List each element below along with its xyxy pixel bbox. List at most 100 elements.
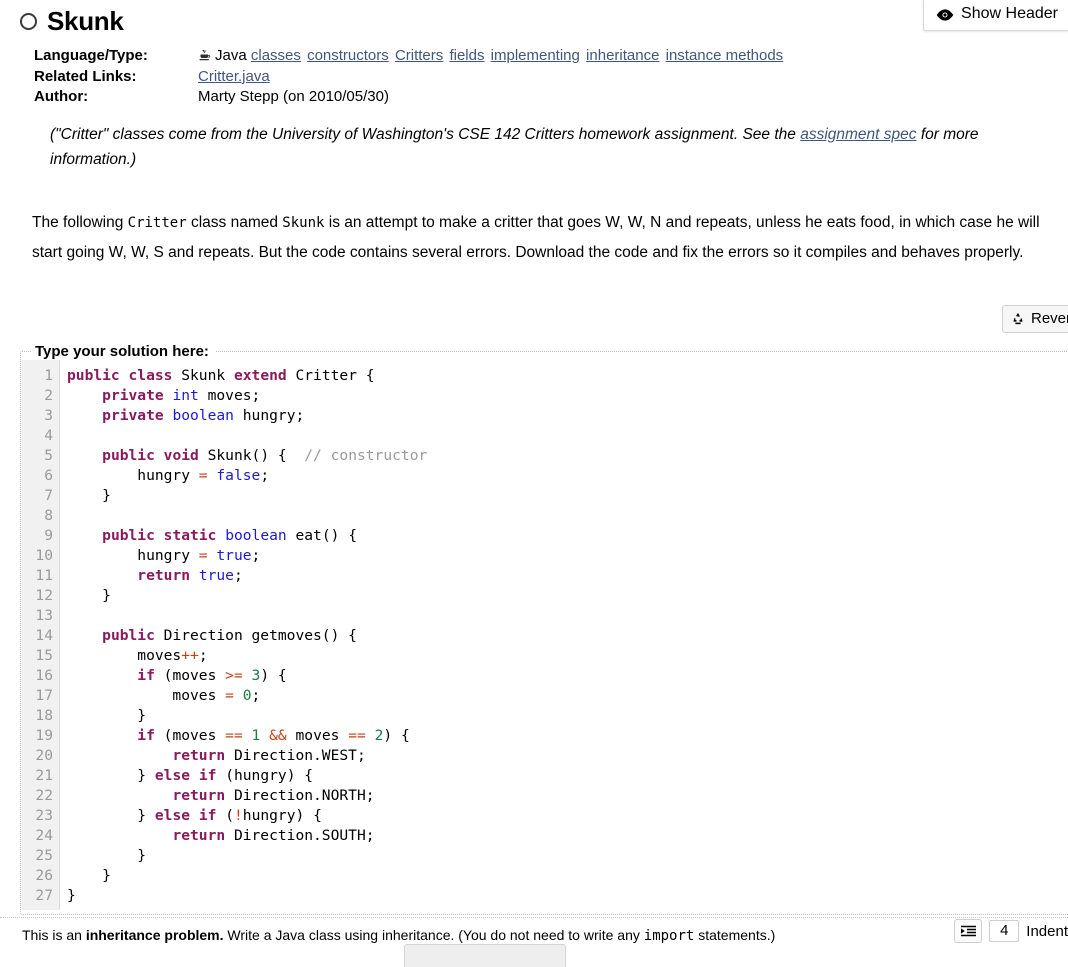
- code-line: private int moves;: [102, 387, 261, 404]
- indent-controls: Indent: [954, 919, 1068, 943]
- show-header-button[interactable]: Show Header: [923, 0, 1068, 31]
- footer-seg-3: statements.): [694, 927, 776, 943]
- code-line: return Direction.WEST;: [172, 747, 366, 764]
- code-line: hungry = true;: [67, 547, 261, 564]
- page-title: Skunk: [47, 6, 124, 36]
- note-text-before: ("Critter" classes come from the Univers…: [50, 125, 801, 143]
- topic-tag-0[interactable]: classes: [251, 47, 301, 64]
- line-number: 5: [44, 447, 53, 464]
- desc-code-skunk: Skunk: [282, 214, 325, 231]
- line-number: 15: [35, 647, 53, 664]
- problem-description: The following Critter class named Skunk …: [32, 208, 1052, 268]
- desc-code-critter: Critter: [127, 214, 187, 231]
- metadata-table: Language/Type: Java classes constructors…: [34, 46, 785, 108]
- code-line: } else if (!hungry) {: [67, 807, 322, 824]
- code-line: } else if (hungry) {: [67, 767, 314, 784]
- code-line: public void Skunk() { // constructor: [102, 447, 428, 464]
- title-row: Skunk: [20, 8, 1068, 34]
- footer-hint: This is an inheritance problem. Write a …: [22, 926, 1068, 945]
- topic-tag-list: classes constructors Critters fields imp…: [251, 47, 785, 64]
- topic-tag-2[interactable]: Critters: [395, 47, 443, 64]
- topic-tag-4[interactable]: implementing: [491, 47, 580, 64]
- page-header: Skunk Language/Type: Java classes constr…: [0, 0, 1068, 108]
- code-line: hungry = false;: [67, 467, 270, 484]
- line-number-gutter: 1 2 3 4 5 6 7 8 9 10 11 12 13 14 15 16 17 18 19 20 21 22 23 24 2…: [21, 360, 60, 910]
- code-line: private boolean hungry;: [102, 407, 305, 424]
- submit-button[interactable]: [404, 944, 566, 967]
- code-line: return Direction.NORTH;: [172, 787, 375, 804]
- line-number: 12: [35, 587, 53, 604]
- line-number: 23: [35, 807, 53, 824]
- recycle-icon: [1011, 312, 1025, 326]
- code-line: }: [67, 487, 111, 504]
- footer-seg-1: This is an: [22, 927, 86, 943]
- line-number: 4: [44, 427, 53, 444]
- line-number: 7: [44, 487, 53, 504]
- line-number: 9: [44, 527, 53, 544]
- topic-tag-1[interactable]: constructors: [307, 47, 389, 64]
- footer-bar: This is an inheritance problem. Write a …: [0, 917, 1068, 967]
- code-line: }: [67, 587, 111, 604]
- java-cup-icon: [198, 48, 211, 62]
- solution-editor-fieldset: Type your solution here: 1 2 3 4 5 6 7 8 9 10 11 12…: [20, 343, 1068, 915]
- line-number: 13: [35, 607, 53, 624]
- code-line: moves = 0;: [67, 687, 261, 704]
- code-editor[interactable]: 1 2 3 4 5 6 7 8 9 10 11 12 13 14 15 16 17 18 19 20 21 22 23 24 2…: [21, 360, 1068, 914]
- line-number: 20: [35, 747, 53, 764]
- line-number: 19: [35, 727, 53, 744]
- line-number: 25: [35, 847, 53, 864]
- indent-label: Indent: [1026, 922, 1068, 940]
- table-row: Author: Marty Stepp (on 2010/05/30): [34, 87, 785, 108]
- revert-label: Revert: [1031, 310, 1068, 327]
- code-line: public Direction getmoves() {: [102, 627, 357, 644]
- code-line: }: [67, 867, 111, 884]
- line-number: 2: [44, 387, 53, 404]
- eye-icon: [936, 8, 954, 21]
- editor-legend: Type your solution here:: [35, 343, 209, 360]
- code-line: if (moves == 1 && moves == 2) {: [137, 727, 410, 744]
- link-assignment-spec[interactable]: assignment spec: [800, 126, 916, 143]
- line-number: 21: [35, 767, 53, 784]
- line-number: 3: [44, 407, 53, 424]
- code-line: moves++;: [67, 647, 208, 664]
- empty-circle-icon: [20, 12, 37, 30]
- footer-bold: inheritance problem.: [85, 927, 224, 943]
- code-line: }: [67, 847, 147, 864]
- footer-seg-2: Write a Java class using inheritance. (Y…: [223, 927, 644, 943]
- related-links-label: Related Links:: [34, 67, 137, 85]
- author-label: Author:: [34, 88, 89, 105]
- line-number: 10: [35, 547, 53, 564]
- line-number: 16: [35, 667, 53, 684]
- line-number: 8: [44, 507, 53, 524]
- code-line: return Direction.SOUTH;: [172, 827, 375, 844]
- language-type-value: Java classes constructors Critters field…: [198, 46, 785, 67]
- code-line: if (moves >= 3) {: [137, 667, 287, 684]
- code-text-area[interactable]: public class Skunk extend Critter { priv…: [60, 360, 1068, 910]
- topic-tag-5[interactable]: inheritance: [586, 47, 659, 64]
- line-number: 6: [44, 467, 53, 484]
- author-value: Marty Stepp (on 2010/05/30): [198, 88, 389, 105]
- revert-button[interactable]: Revert: [1002, 305, 1068, 333]
- line-number: 24: [35, 827, 53, 844]
- code-line: public class Skunk extend Critter {: [67, 367, 375, 384]
- line-number: 11: [35, 567, 53, 584]
- code-line: }: [67, 887, 76, 904]
- desc-seg-1: The following: [32, 213, 128, 231]
- topic-tag-3[interactable]: fields: [449, 47, 484, 64]
- related-links-value: Critter.java: [198, 67, 785, 88]
- code-line: }: [67, 707, 147, 724]
- indent-size-input[interactable]: [989, 920, 1020, 942]
- table-row: Language/Type: Java classes constructors…: [34, 46, 785, 67]
- code-line: return true;: [137, 567, 243, 584]
- line-number: 17: [35, 687, 53, 704]
- line-number: 27: [35, 887, 53, 904]
- topic-tag-6[interactable]: instance methods: [666, 47, 784, 64]
- indent-icon[interactable]: [954, 919, 983, 943]
- link-critter-java[interactable]: Critter.java: [198, 68, 270, 85]
- code-line: public static boolean eat() {: [102, 527, 357, 544]
- language-type-label: Language/Type:: [34, 47, 148, 64]
- language-name: Java: [215, 47, 247, 64]
